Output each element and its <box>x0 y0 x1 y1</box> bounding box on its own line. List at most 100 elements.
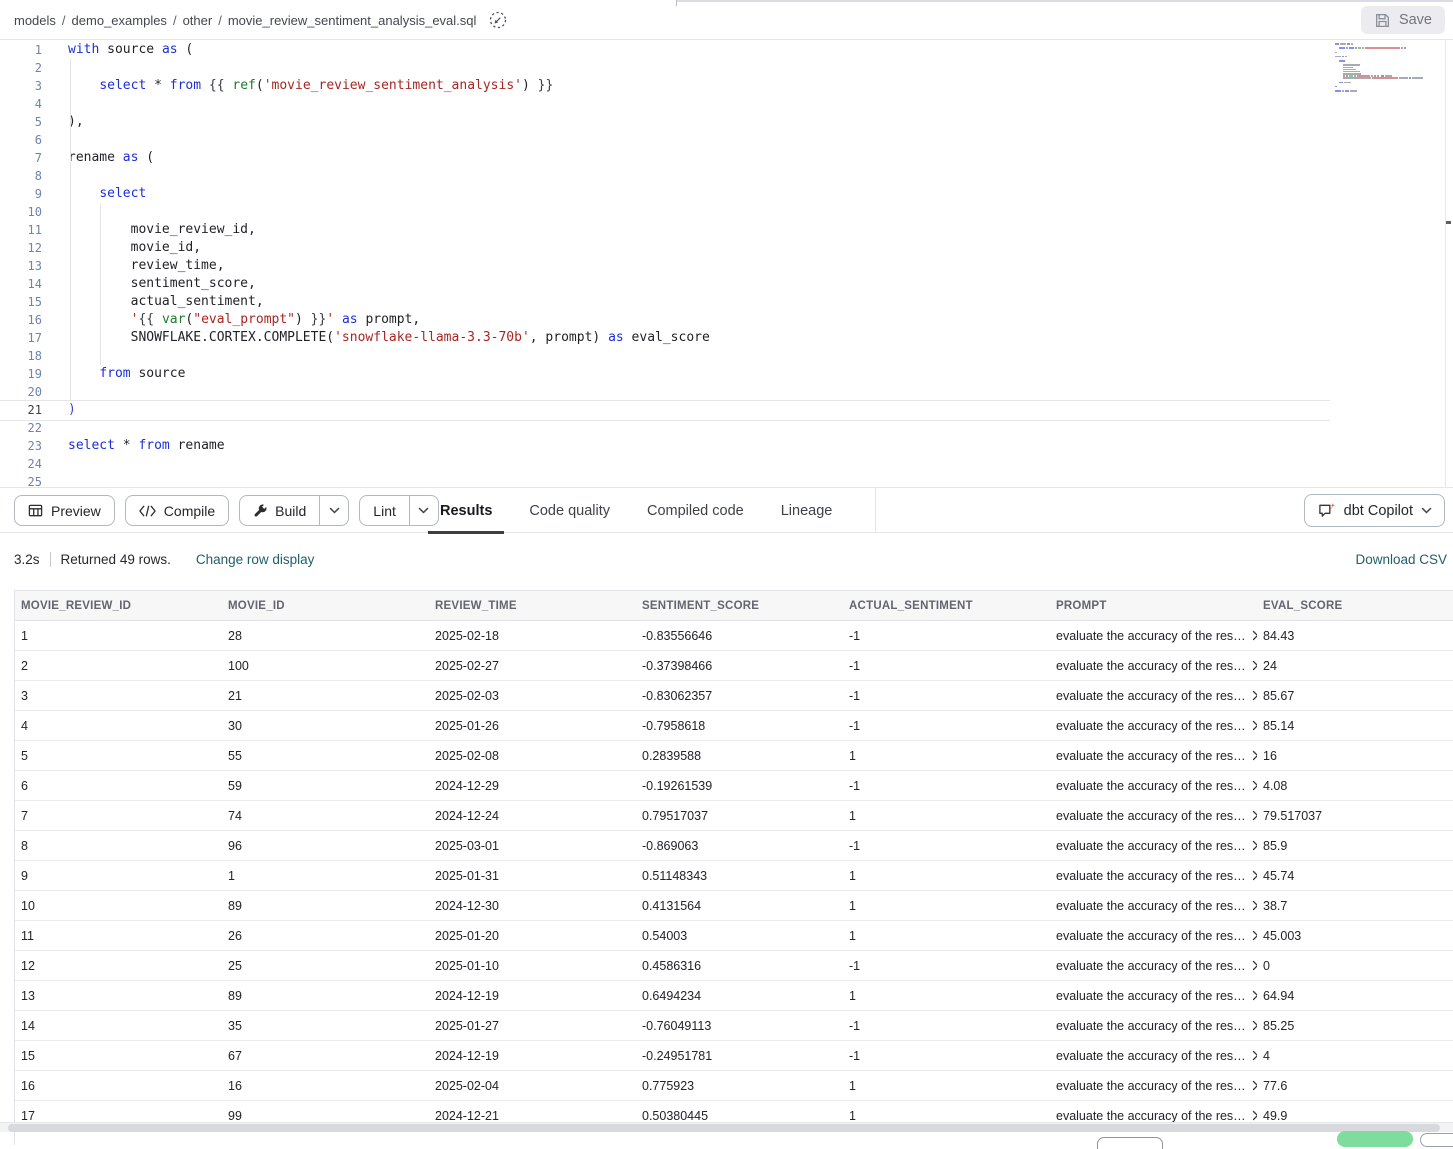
copilot-label: dbt Copilot <box>1344 503 1413 519</box>
table-header-row: MOVIE_REVIEW_IDMOVIE_IDREVIEW_TIMESENTIM… <box>15 591 1453 621</box>
line-number: 8 <box>0 167 42 185</box>
prompt-preview-text: evaluate the accuracy of the res… <box>1056 689 1246 703</box>
code-line[interactable]: 15 actual_sentiment, <box>0 293 1453 311</box>
cell-review_time: 2025-02-27 <box>429 659 636 673</box>
download-csv-link[interactable]: Download CSV <box>1355 552 1447 567</box>
breadcrumb-item[interactable]: other <box>183 13 213 28</box>
breadcrumb: models/demo_examples/other/movie_review_… <box>14 0 509 40</box>
cell-movie_review_id: 4 <box>15 719 222 733</box>
change-row-display-link[interactable]: Change row display <box>196 552 315 567</box>
action-buttons: Preview Compile Build Lint <box>14 495 439 526</box>
table-row: 12252025-01-100.4586316-1evaluate the ac… <box>15 951 1453 981</box>
column-header-prompt[interactable]: PROMPT <box>1050 600 1257 612</box>
code-line[interactable]: 18 <box>0 347 1453 365</box>
build-button[interactable]: Build <box>239 495 349 526</box>
cell-prompt: evaluate the accuracy of the res… <box>1050 839 1257 853</box>
cell-prompt: evaluate the accuracy of the res… <box>1050 1079 1257 1093</box>
code-line[interactable]: 7rename as ( <box>0 149 1453 167</box>
table-row: 4302025-01-26-0.7958618-1evaluate the ac… <box>15 711 1453 741</box>
code-line[interactable]: 1with source as ( <box>0 41 1453 59</box>
line-number: 18 <box>0 347 42 365</box>
tab-compiled-code[interactable]: Compiled code <box>635 488 756 533</box>
column-header-movie_id[interactable]: MOVIE_ID <box>222 600 429 612</box>
line-number: 7 <box>0 149 42 167</box>
cell-eval_score: 85.14 <box>1257 719 1453 733</box>
cell-review_time: 2024-12-30 <box>429 899 636 913</box>
cell-prompt: evaluate the accuracy of the res… <box>1050 749 1257 763</box>
line-number: 2 <box>0 59 42 77</box>
breadcrumb-item[interactable]: models <box>14 13 56 28</box>
breadcrumb-item[interactable]: demo_examples <box>72 13 167 28</box>
code-line[interactable]: 10 <box>0 203 1453 221</box>
cell-prompt: evaluate the accuracy of the res… <box>1050 719 1257 733</box>
lint-button[interactable]: Lint <box>359 495 439 526</box>
cell-actual_sentiment: -1 <box>843 659 1050 673</box>
file-status-icon <box>487 9 509 31</box>
code-line[interactable]: 8 <box>0 167 1453 185</box>
scrollbar-thumb[interactable] <box>8 1124 1440 1132</box>
column-header-review_time[interactable]: REVIEW_TIME <box>429 600 636 612</box>
code-line[interactable]: 20 <box>0 383 1453 401</box>
results-tabs: Results Code quality Compiled code Lineage <box>428 488 844 533</box>
line-number: 14 <box>0 275 42 293</box>
line-number: 21 <box>0 401 42 419</box>
code-line[interactable]: 24 <box>0 455 1453 473</box>
compile-button[interactable]: Compile <box>125 495 229 526</box>
column-header-eval_score[interactable]: EVAL_SCORE <box>1257 600 1453 612</box>
code-line[interactable]: 17 SNOWFLAKE.CORTEX.COMPLETE('snowflake-… <box>0 329 1453 347</box>
preview-button[interactable]: Preview <box>14 495 115 526</box>
code-line[interactable]: 11 movie_review_id, <box>0 221 1453 239</box>
tab-results[interactable]: Results <box>428 488 504 533</box>
dbt-copilot-button[interactable]: dbt Copilot <box>1304 494 1445 527</box>
cell-prompt: evaluate the accuracy of the res… <box>1050 929 1257 943</box>
breadcrumb-separator: / <box>62 13 66 28</box>
breadcrumb-item[interactable]: movie_review_sentiment_analysis_eval.sql <box>228 13 477 28</box>
cell-actual_sentiment: -1 <box>843 689 1050 703</box>
code-line[interactable]: 9 select <box>0 185 1453 203</box>
horizontal-scrollbar[interactable] <box>0 1122 1453 1132</box>
panel-divider <box>875 488 876 532</box>
cell-eval_score: 77.6 <box>1257 1079 1453 1093</box>
partial-button[interactable] <box>1097 1137 1163 1149</box>
cell-review_time: 2025-01-26 <box>429 719 636 733</box>
code-line[interactable]: 23select * from rename <box>0 437 1453 455</box>
table-row: 8962025-03-01-0.869063-1evaluate the acc… <box>15 831 1453 861</box>
cell-movie_id: 25 <box>222 959 429 973</box>
code-line[interactable]: 16 '{{ var("eval_prompt") }}' as prompt, <box>0 311 1453 329</box>
cell-review_time: 2024-12-29 <box>429 779 636 793</box>
tab-lineage[interactable]: Lineage <box>769 488 845 533</box>
code-line[interactable]: 21) <box>0 401 1453 419</box>
column-header-sentiment_score[interactable]: SENTIMENT_SCORE <box>636 600 843 612</box>
cell-sentiment_score: -0.24951781 <box>636 1049 843 1063</box>
code-editor[interactable]: 1with source as (23 select * from {{ ref… <box>0 40 1453 487</box>
code-line[interactable]: 14 sentiment_score, <box>0 275 1453 293</box>
prompt-preview-text: evaluate the accuracy of the res… <box>1056 959 1246 973</box>
cell-actual_sentiment: 1 <box>843 929 1050 943</box>
cell-actual_sentiment: -1 <box>843 959 1050 973</box>
line-number: 4 <box>0 95 42 113</box>
results-table: MOVIE_REVIEW_IDMOVIE_IDREVIEW_TIMESENTIM… <box>14 590 1453 1145</box>
column-header-movie_review_id[interactable]: MOVIE_REVIEW_ID <box>15 600 222 612</box>
code-line[interactable]: 25 <box>0 473 1453 487</box>
cell-movie_id: 99 <box>222 1109 429 1123</box>
code-line[interactable]: 6 <box>0 131 1453 149</box>
code-line[interactable]: 12 movie_id, <box>0 239 1453 257</box>
chevron-down-icon <box>329 507 340 514</box>
save-button[interactable]: Save <box>1361 6 1445 34</box>
column-header-actual_sentiment[interactable]: ACTUAL_SENTIMENT <box>843 600 1050 612</box>
code-line[interactable]: 19 from source <box>0 365 1453 383</box>
code-line[interactable]: 2 <box>0 59 1453 77</box>
code-line[interactable]: 3 select * from {{ ref('movie_review_sen… <box>0 77 1453 95</box>
tab-code-quality[interactable]: Code quality <box>517 488 622 533</box>
cell-review_time: 2025-02-18 <box>429 629 636 643</box>
cell-prompt: evaluate the accuracy of the res… <box>1050 1109 1257 1123</box>
code-line[interactable]: 13 review_time, <box>0 257 1453 275</box>
minimap[interactable] <box>1335 43 1435 97</box>
prompt-preview-text: evaluate the accuracy of the res… <box>1056 869 1246 883</box>
code-line[interactable]: 22 <box>0 419 1453 437</box>
build-dropdown-button[interactable] <box>319 496 348 525</box>
code-line[interactable]: 5), <box>0 113 1453 131</box>
code-line[interactable]: 4 <box>0 95 1453 113</box>
cell-sentiment_score: -0.83062357 <box>636 689 843 703</box>
cell-actual_sentiment: 1 <box>843 1079 1050 1093</box>
